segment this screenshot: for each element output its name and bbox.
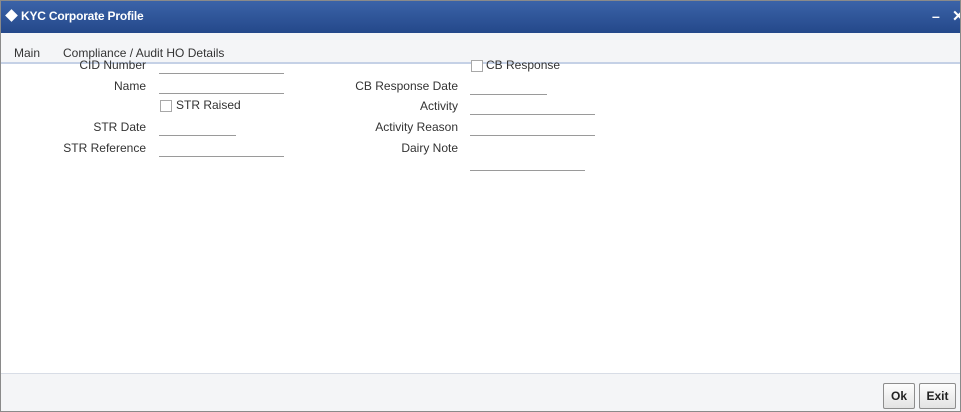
dairy-note-label: Dairy Note: [401, 141, 458, 155]
title-bar[interactable]: KYC Corporate Profile – ✕: [1, 1, 960, 33]
str-date-label: STR Date: [93, 120, 146, 134]
dairy-note-field[interactable]: [470, 156, 585, 171]
cb-response-date-label: CB Response Date: [355, 79, 458, 93]
footer-bar: Ok Exit: [1, 373, 960, 411]
exit-button[interactable]: Exit: [919, 383, 956, 409]
str-reference-label: STR Reference: [63, 141, 146, 155]
str-date-field[interactable]: [159, 121, 236, 136]
cid-number-field[interactable]: [159, 59, 284, 74]
activity-reason-field[interactable]: [470, 121, 595, 136]
close-icon[interactable]: ✕: [952, 7, 960, 25]
kyc-corporate-profile-window: KYC Corporate Profile – ✕ Main Complianc…: [0, 0, 961, 412]
str-reference-field[interactable]: [159, 142, 284, 157]
window-title: KYC Corporate Profile: [21, 9, 144, 23]
activity-field[interactable]: [470, 100, 595, 115]
cb-response-date-field[interactable]: [470, 80, 547, 95]
cb-response-label: CB Response: [486, 58, 561, 72]
name-label: Name: [113, 79, 146, 93]
ok-button[interactable]: Ok: [883, 383, 915, 409]
str-raised-label: STR Raised: [176, 98, 241, 112]
activity-label: Activity: [419, 99, 458, 113]
str-raised-checkbox[interactable]: [160, 100, 172, 112]
activity-reason-label: Activity Reason: [375, 120, 458, 134]
cb-response-checkbox[interactable]: [471, 60, 483, 72]
name-field[interactable]: [159, 79, 284, 94]
diamond-icon: [5, 9, 18, 22]
tab-main[interactable]: Main: [14, 46, 40, 60]
minimize-icon[interactable]: –: [932, 8, 940, 24]
cid-number-label: CID Number: [79, 58, 146, 72]
